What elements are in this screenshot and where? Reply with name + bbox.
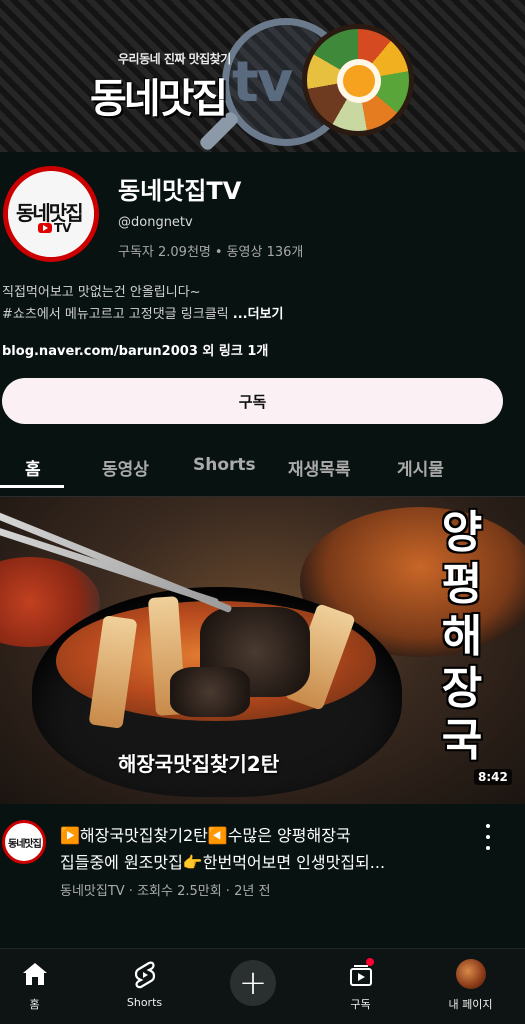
- channel-banner: 우리동네 진짜 맛집찾기 동네맛집 tv: [0, 0, 525, 152]
- nav-shorts-label: Shorts: [126, 996, 163, 1009]
- banner-title: 동네맛집: [90, 76, 228, 122]
- create-icon: +: [238, 963, 268, 1003]
- subscribe-button[interactable]: 구독: [2, 378, 503, 424]
- tab-shorts[interactable]: Shorts: [193, 455, 256, 475]
- beef-tripe: [170, 667, 250, 717]
- video-count: 동영상 136개: [226, 245, 304, 260]
- video-title-line2[interactable]: 집들중에 원조맛집👉한번먹어보면 인생맛집되...: [60, 849, 460, 873]
- nav-my-page-label: 내 페이지: [448, 998, 493, 1011]
- video-channel-avatar[interactable]: 동네맛집: [2, 820, 46, 864]
- avatar-logo-text: 동네맛집: [16, 201, 84, 225]
- tab-videos[interactable]: 동영상: [102, 455, 149, 480]
- banner-tagline: 우리동네 진짜 맛집찾기: [118, 52, 231, 66]
- banner-tv: tv: [232, 50, 293, 115]
- nav-home[interactable]: 홈: [0, 949, 87, 1024]
- bibimbap-graphic: [302, 24, 414, 136]
- play-icon: [38, 223, 52, 233]
- channel-description-line1[interactable]: 직접먹어보고 맛없는건 안올립니다~: [2, 281, 201, 300]
- video-meta: 동네맛집TV · 조회수 2.5만회 · 2년 전: [60, 884, 271, 899]
- channel-tabs: 홈 동영상 Shorts 재생목록 게시물: [0, 445, 525, 489]
- channel-stats: 구독자 2.09천명 • 동영상 136개: [118, 241, 303, 260]
- video-avatar-text: 동네맛집: [8, 839, 42, 850]
- bottom-navigation: 홈 Shorts + 구독 내 페이지: [0, 948, 525, 1024]
- stats-separator: •: [214, 245, 223, 260]
- channel-handle: @dongnetv: [118, 215, 193, 230]
- channel-description-line2[interactable]: #쇼츠에서 메뉴고르고 고정댓글 링크클릭 ...더보기: [2, 303, 283, 322]
- thumbnail-vertical-title: 양평해장국: [441, 507, 483, 766]
- video-duration: 8:42: [474, 769, 512, 785]
- tab-playlists[interactable]: 재생목록: [288, 455, 351, 480]
- nav-my-page[interactable]: 내 페이지: [418, 949, 523, 1024]
- video-title-line1[interactable]: ▶️해장국맛집찾기2탄◀️수많은 양평해장국: [60, 822, 480, 846]
- channel-name: 동네맛집TV: [118, 177, 242, 205]
- tab-home[interactable]: 홈: [25, 455, 41, 480]
- active-tab-indicator: [0, 485, 64, 488]
- thumbnail-caption: 해장국맛집찾기2탄: [118, 752, 280, 776]
- tab-posts[interactable]: 게시물: [397, 455, 444, 480]
- subscriber-count: 구독자 2.09천명: [118, 245, 211, 260]
- more-link[interactable]: ...더보기: [233, 307, 284, 322]
- nav-shorts[interactable]: Shorts: [92, 949, 197, 1024]
- create-button[interactable]: +: [230, 960, 276, 1006]
- avatar-logo-tv: TV: [54, 221, 72, 235]
- nav-subscriptions-label: 구독: [350, 998, 371, 1011]
- channel-avatar[interactable]: 동네맛집 TV: [3, 166, 99, 262]
- home-icon: [22, 963, 47, 985]
- nav-home-label: 홈: [29, 998, 40, 1011]
- profile-avatar: [456, 959, 486, 989]
- video-thumbnail[interactable]: 양평해장국 해장국맛집찾기2탄 8:42: [0, 497, 525, 804]
- channel-links[interactable]: blog.naver.com/barun2003 외 링크 1개: [2, 340, 268, 359]
- nav-subscriptions[interactable]: 구독: [308, 949, 413, 1024]
- description-text: #쇼츠에서 메뉴고르고 고정댓글 링크클릭: [2, 307, 233, 322]
- notification-dot: [366, 958, 374, 966]
- more-options-icon[interactable]: [480, 824, 496, 850]
- shorts-icon: [134, 961, 155, 989]
